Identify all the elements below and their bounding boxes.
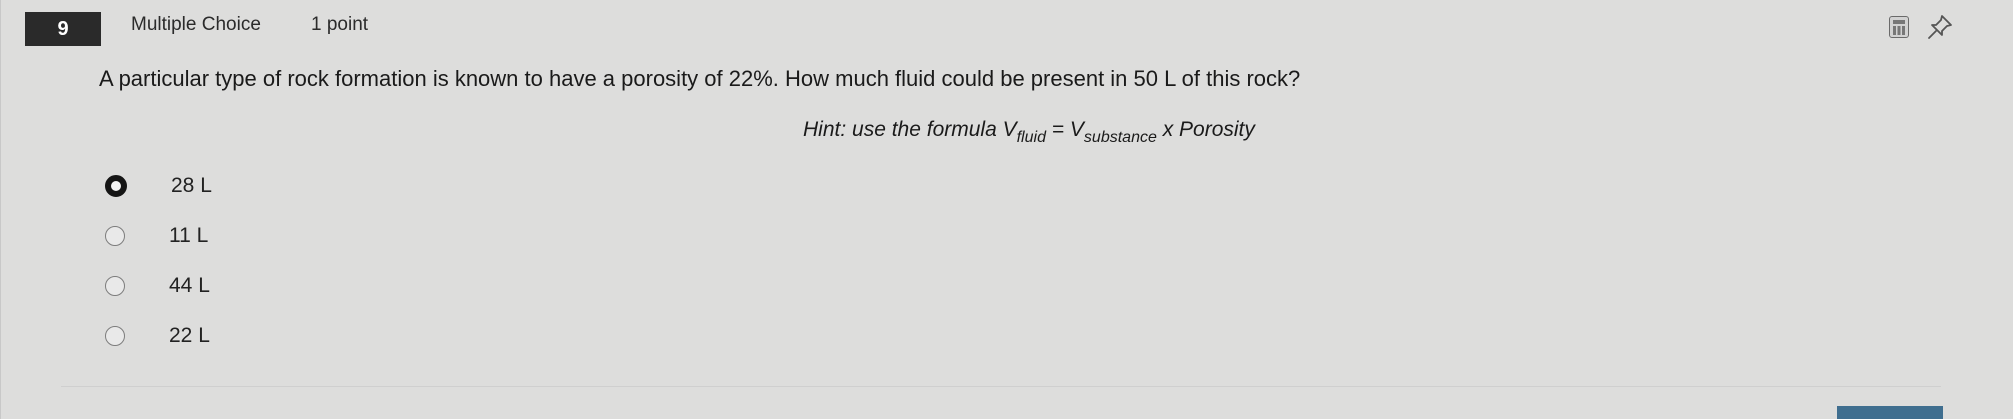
- choice-28-l[interactable]: 28 L: [105, 168, 405, 204]
- choice-label: 44 L: [169, 274, 210, 297]
- hint-suffix: x Porosity: [1156, 118, 1255, 141]
- question-card: 9 Multiple Choice 1 point A particular t…: [0, 0, 2013, 419]
- hint-equals: = V: [1045, 118, 1084, 141]
- radio-button[interactable]: [105, 276, 125, 296]
- choice-label: 28 L: [171, 174, 212, 197]
- hint-fluid-subscript: fluid: [1016, 129, 1046, 146]
- radio-button[interactable]: [105, 226, 125, 246]
- question-hint: Hint: use the formula Vfluid = Vsubstanc…: [803, 118, 1255, 146]
- radio-button[interactable]: [105, 326, 125, 346]
- question-header: 9 Multiple Choice 1 point: [1, 0, 2013, 48]
- next-button[interactable]: [1837, 406, 1943, 419]
- question-points: 1 point: [311, 14, 369, 35]
- calculator-screen: [1893, 20, 1905, 24]
- divider: [61, 386, 1941, 387]
- choice-label: 22 L: [169, 324, 210, 347]
- hint-substance-subscript: substance: [1083, 129, 1157, 146]
- question-number: 9: [25, 12, 101, 46]
- radio-button-selected[interactable]: [105, 175, 127, 197]
- question-type: Multiple Choice: [131, 14, 261, 35]
- calculator-keys: [1893, 26, 1905, 35]
- question-prompt: A particular type of rock formation is k…: [99, 66, 1301, 91]
- choice-22-l[interactable]: 22 L: [105, 318, 405, 354]
- choice-44-l[interactable]: 44 L: [105, 268, 405, 304]
- hint-prefix: Hint: use the formula V: [803, 118, 1017, 141]
- calculator-icon[interactable]: [1889, 16, 1909, 38]
- pushpin-icon[interactable]: [1925, 12, 1955, 42]
- choice-label: 11 L: [169, 224, 209, 247]
- choice-11-l[interactable]: 11 L: [105, 218, 405, 254]
